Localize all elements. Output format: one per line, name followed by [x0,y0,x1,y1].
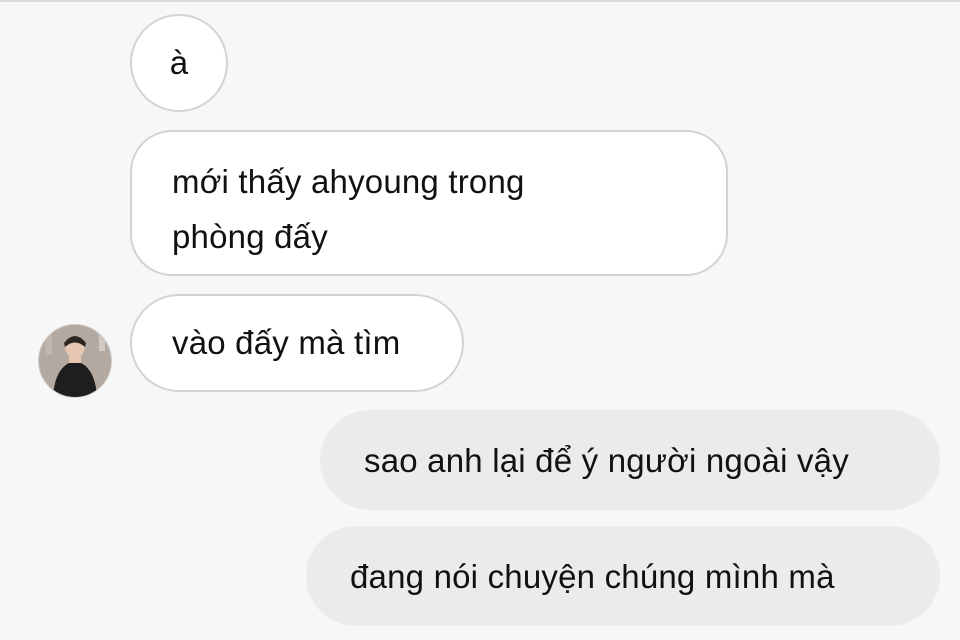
message-bubble-incoming[interactable]: mới thấy ahyoung trong phòng đấy [130,130,728,276]
message-text: à [169,44,189,81]
message-bubble-incoming[interactable]: vào đấy mà tìm [130,294,464,392]
message-bubble-outgoing[interactable]: đang nói chuyện chúng mình mà [306,526,940,626]
message-bubble-incoming[interactable]: à [130,14,228,112]
message-text: sao anh lại để ý người ngoài vậy [364,442,849,479]
message-text: đang nói chuyện chúng mình mà [350,558,835,595]
avatar[interactable] [38,324,112,398]
message-bubble-outgoing[interactable]: sao anh lại để ý người ngoài vậy [320,410,940,510]
chat-thread: à mới thấy ahyoung trong phòng đấy vào đ… [0,0,960,640]
message-text-line: phòng đấy [172,218,328,255]
person-avatar-icon [39,325,111,397]
message-text: vào đấy mà tìm [172,324,401,361]
message-text-line: mới thấy ahyoung trong [172,163,525,200]
top-divider [0,0,960,2]
